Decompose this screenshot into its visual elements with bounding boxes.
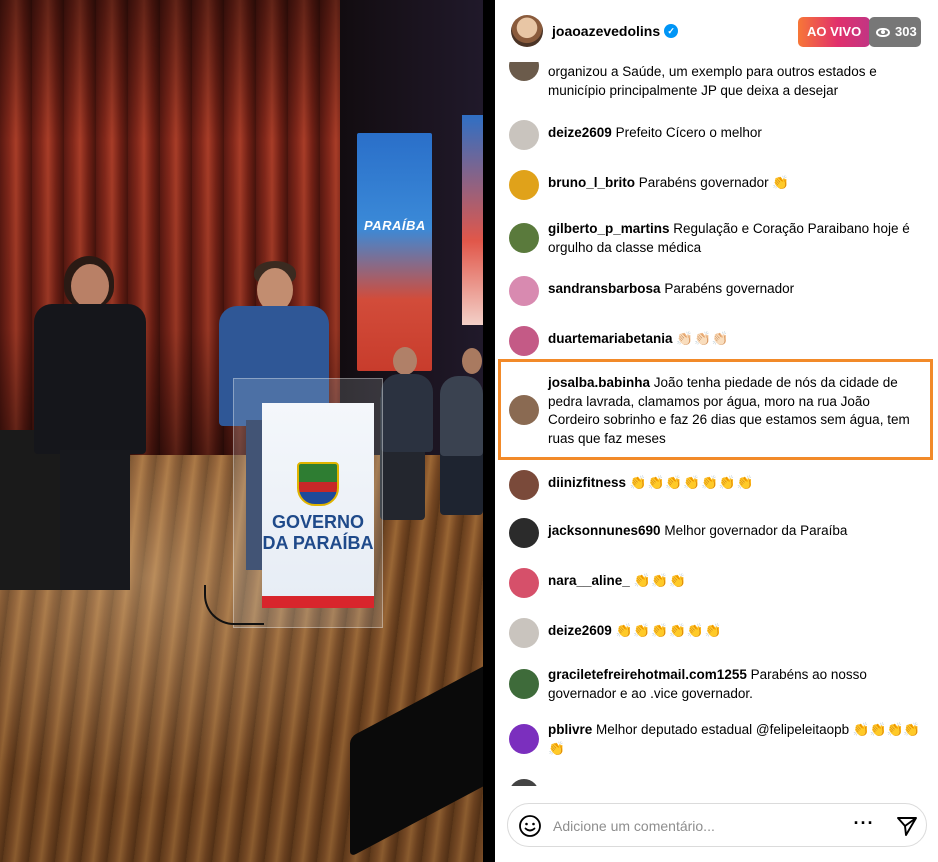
- comment-username[interactable]: gilberto_p_martins: [548, 221, 670, 236]
- comment-item: diinizfitness 👏👏👏👏👏👏👏: [509, 469, 929, 500]
- comment-username[interactable]: bruno_l_brito: [548, 175, 635, 190]
- comment-item: sandransbarbosa Parabéns governador: [509, 275, 929, 306]
- commenter-avatar[interactable]: [509, 470, 539, 500]
- commenter-avatar[interactable]: [509, 326, 539, 356]
- commenter-avatar[interactable]: [509, 223, 539, 253]
- eye-icon: [876, 27, 890, 37]
- comments-panel: joaoazevedolins ✓ AO VIVO 303 organizou …: [483, 0, 938, 862]
- commenter-avatar[interactable]: [509, 724, 539, 754]
- comment-item: nara__aline_ 👏👏👏: [509, 567, 929, 598]
- comment-text: Melhor governador da Paraíba: [664, 523, 848, 538]
- streamer-avatar[interactable]: [511, 15, 543, 47]
- comment-text: 👏👏👏: [633, 573, 688, 588]
- comment-input[interactable]: [553, 815, 833, 837]
- comment-text: Prefeito Cícero o melhor: [615, 125, 762, 140]
- comment-item: pblivre Melhor deputado estadual @felipe…: [509, 721, 929, 758]
- verified-badge-icon: ✓: [664, 24, 679, 38]
- viewer-count: 303: [895, 24, 917, 39]
- comment-composer: ···: [495, 786, 938, 862]
- streamer-username[interactable]: joaoazevedolins: [552, 23, 660, 39]
- comment-item: deize2609 👏👏👏👏👏👏: [509, 617, 929, 648]
- comment-item: duartemariabetania 👏🏻👏🏻👏🏻: [509, 325, 929, 356]
- send-icon[interactable]: [894, 814, 920, 838]
- live-stream-viewer: PARAÍBA GOVERNO DA PARAÍBA joaoazevedoli…: [0, 0, 938, 862]
- comment-item: organizou a Saúde, um exemplo para outro…: [509, 62, 929, 100]
- comment-item: jacksonnunes690 Melhor governador da Par…: [509, 517, 929, 548]
- more-options-icon[interactable]: ···: [846, 814, 882, 836]
- comment-list[interactable]: organizou a Saúde, um exemplo para outro…: [495, 62, 938, 786]
- live-video[interactable]: PARAÍBA GOVERNO DA PARAÍBA: [0, 0, 483, 862]
- comment-text: Melhor deputado estadual @felipeleitaopb…: [548, 722, 921, 756]
- comment-username[interactable]: nara__aline_: [548, 573, 630, 588]
- viewer-count-badge[interactable]: 303: [869, 17, 921, 47]
- comment-username[interactable]: josalba.babinha: [548, 375, 650, 390]
- commenter-avatar[interactable]: [509, 170, 539, 200]
- comment-username[interactable]: duartemariabetania: [548, 331, 673, 346]
- commenter-avatar[interactable]: [509, 669, 539, 699]
- comment-input-box: ···: [507, 803, 927, 847]
- stage-banner: [357, 133, 432, 371]
- comment-username[interactable]: sandransbarbosa: [548, 281, 661, 296]
- commenter-avatar[interactable]: [509, 120, 539, 150]
- comment-username[interactable]: diinizfitness: [548, 475, 626, 490]
- comment-text: 👏🏻👏🏻👏🏻: [676, 331, 730, 346]
- commenter-avatar[interactable]: [509, 276, 539, 306]
- comment-item: graciletefreirehotmail.com1255 Parabéns …: [509, 666, 929, 703]
- comment-item: bruno_l_brito Parabéns governador 👏: [509, 169, 929, 200]
- comment-username[interactable]: deize2609: [548, 125, 612, 140]
- commenter-avatar[interactable]: [509, 618, 539, 648]
- comment-username[interactable]: pblivre: [548, 722, 592, 737]
- comment-item: [509, 778, 929, 786]
- commenter-avatar[interactable]: [509, 518, 539, 548]
- comment-username[interactable]: deize2609: [548, 623, 612, 638]
- comment-text: Parabéns governador 👏: [638, 175, 790, 190]
- commenter-avatar[interactable]: [509, 779, 539, 786]
- comment-item-highlighted: josalba.babinha João tenha piedade de nó…: [509, 374, 929, 448]
- commenter-avatar[interactable]: [509, 395, 539, 425]
- commenter-avatar[interactable]: [509, 568, 539, 598]
- comment-text: organizou a Saúde, um exemplo para outro…: [548, 64, 877, 98]
- paraiba-crest-icon: [297, 462, 339, 506]
- comment-item: deize2609 Prefeito Cícero o melhor: [509, 119, 929, 150]
- banner-text: PARAÍBA: [364, 218, 426, 233]
- podium-logo-text: GOVERNO DA PARAÍBA: [262, 512, 374, 553]
- comment-item: gilberto_p_martins Regulação e Coração P…: [509, 220, 929, 257]
- comment-username[interactable]: jacksonnunes690: [548, 523, 661, 538]
- comment-username[interactable]: graciletefreirehotmail.com1255: [548, 667, 747, 682]
- comment-text: Parabéns governador: [664, 281, 795, 296]
- smiley-icon[interactable]: [518, 814, 542, 838]
- live-badge: AO VIVO: [798, 17, 871, 47]
- comment-text: 👏👏👏👏👏👏👏: [629, 475, 755, 490]
- stream-header: joaoazevedolins ✓ AO VIVO 303: [495, 0, 938, 62]
- commenter-avatar[interactable]: [509, 62, 539, 81]
- comment-text: 👏👏👏👏👏👏: [615, 623, 723, 638]
